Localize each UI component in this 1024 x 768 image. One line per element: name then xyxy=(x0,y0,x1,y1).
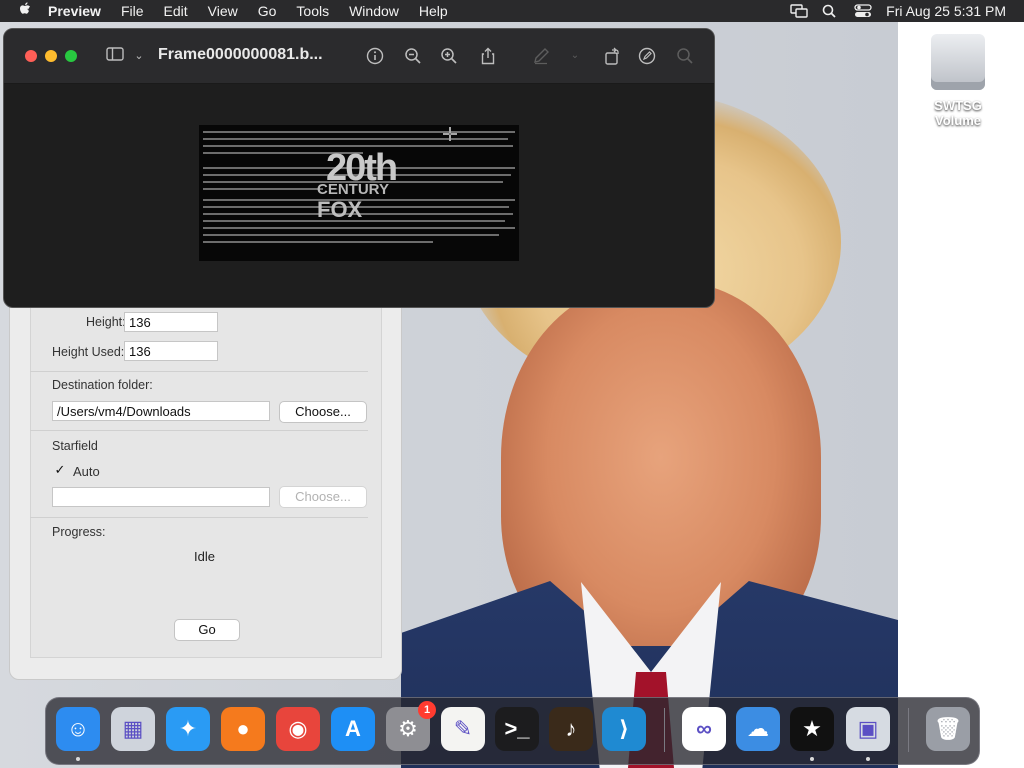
destination-folder-label: Destination folder: xyxy=(52,378,153,392)
running-indicator xyxy=(810,757,814,761)
generator-window: Height: 136 Height Used: 136 Destination… xyxy=(9,300,402,680)
close-window-button[interactable] xyxy=(25,50,37,62)
section-divider xyxy=(30,430,368,431)
info-icon[interactable] xyxy=(366,47,384,65)
firefox-icon[interactable]: ● xyxy=(221,707,265,751)
menu-go[interactable]: Go xyxy=(248,3,287,19)
menu-bar: Preview File Edit View Go Tools Window H… xyxy=(0,0,1024,22)
running-indicator xyxy=(866,757,870,761)
menu-file[interactable]: File xyxy=(111,3,154,19)
terminal-icon[interactable]: >_ xyxy=(495,707,539,751)
textedit-icon[interactable]: ✎ xyxy=(441,707,485,751)
preview-toolbar: ⌄ Frame0000000081.b... ⌄ xyxy=(4,29,714,84)
destination-folder-field[interactable]: /Users/vm4/Downloads xyxy=(52,401,270,421)
vscode-icon[interactable]: ⟩ xyxy=(602,707,646,751)
text-line xyxy=(203,138,508,140)
auto-checkbox-label: Auto xyxy=(73,464,100,479)
running-indicator xyxy=(76,757,80,761)
markup-pen-icon[interactable] xyxy=(532,47,550,65)
garageband-icon[interactable]: ♪ xyxy=(549,707,593,751)
app-store-icon[interactable]: A xyxy=(331,707,375,751)
dock-separator xyxy=(908,708,909,752)
menu-clock[interactable]: Fri Aug 25 5:31 PM xyxy=(886,3,1006,19)
screen-mirroring-icon[interactable] xyxy=(790,4,808,18)
sidebar-icon[interactable] xyxy=(106,47,124,65)
height-used-field[interactable]: 136 xyxy=(124,341,218,361)
notification-badge: 1 xyxy=(418,701,436,719)
menu-help[interactable]: Help xyxy=(409,3,458,19)
system-settings-icon[interactable]: ⚙ 1 xyxy=(386,701,436,751)
finder-icon[interactable]: ☺ xyxy=(56,707,100,751)
auto-checkbox[interactable]: ✓ xyxy=(53,463,67,477)
weather-icon[interactable]: ☁ xyxy=(736,707,780,751)
height-field[interactable]: 136 xyxy=(124,312,218,332)
crosshair-cursor-icon xyxy=(443,127,457,141)
volume-label: SWTSG Volume xyxy=(934,98,982,128)
text-line xyxy=(203,131,515,133)
fox-logo-century: CENTURY xyxy=(317,181,389,198)
menu-tools[interactable]: Tools xyxy=(286,3,339,19)
zoom-window-button[interactable] xyxy=(65,50,77,62)
search-icon[interactable] xyxy=(676,47,694,65)
text-line xyxy=(203,234,499,236)
chevron-down-icon[interactable]: ⌄ xyxy=(130,47,148,65)
text-line xyxy=(203,188,323,190)
text-line xyxy=(203,227,515,229)
section-divider xyxy=(30,371,368,372)
dock-separator xyxy=(664,708,665,752)
text-line xyxy=(203,241,433,243)
drive-icon xyxy=(931,34,985,90)
zoom-in-icon[interactable] xyxy=(440,47,458,65)
safari-icon[interactable]: ✦ xyxy=(166,707,210,751)
starfield-choose-button[interactable]: Choose... xyxy=(279,486,367,508)
section-divider xyxy=(30,517,368,518)
rotate-icon[interactable] xyxy=(603,47,621,65)
control-center-icon[interactable] xyxy=(854,4,872,18)
destination-choose-button[interactable]: Choose... xyxy=(279,401,367,423)
preview-icon[interactable]: ▣ xyxy=(846,707,890,751)
document-image: 20th CENTURY FOX xyxy=(199,125,519,261)
preview-document-title: Frame0000000081.b... xyxy=(158,46,323,63)
height-used-label: Height Used: xyxy=(52,345,125,359)
menu-app-name[interactable]: Preview xyxy=(38,3,111,19)
share-icon[interactable] xyxy=(479,47,497,65)
go-button[interactable]: Go xyxy=(174,619,240,641)
star-wars-generator-icon[interactable]: ★ xyxy=(790,707,834,751)
preview-window: ⌄ Frame0000000081.b... ⌄ 20th CENTURY FO… xyxy=(3,28,715,308)
starfield-label: Starfield xyxy=(52,439,98,453)
minimize-window-button[interactable] xyxy=(45,50,57,62)
dock: ☺ ▦ ✦ ● ◉ A ⚙ 1 ✎ >_ ♪ ⟩ ∞ ☁ ★ ▣ 🗑 xyxy=(45,697,980,765)
progress-label: Progress: xyxy=(52,525,106,539)
zoom-out-icon[interactable] xyxy=(404,47,422,65)
apple-icon[interactable] xyxy=(12,1,38,21)
starfield-path-field[interactable] xyxy=(52,487,270,507)
trash-icon[interactable]: 🗑 xyxy=(926,707,970,751)
menu-edit[interactable]: Edit xyxy=(154,3,198,19)
menu-window[interactable]: Window xyxy=(339,3,409,19)
fox-logo-fox: FOX xyxy=(317,197,363,222)
markup-chevron-icon[interactable]: ⌄ xyxy=(566,47,584,65)
launchpad-icon[interactable]: ▦ xyxy=(111,707,155,751)
desktop-right-area xyxy=(898,22,1024,768)
menu-view[interactable]: View xyxy=(198,3,248,19)
visual-studio-icon[interactable]: ∞ xyxy=(682,707,726,751)
chrome-icon[interactable]: ◉ xyxy=(276,707,320,751)
desktop-volume[interactable]: SWTSG Volume xyxy=(912,34,1004,128)
progress-status: Idle xyxy=(194,549,215,564)
markup-icon[interactable] xyxy=(638,47,656,65)
spotlight-search-icon[interactable] xyxy=(822,4,840,18)
height-label: Height: xyxy=(86,315,126,329)
